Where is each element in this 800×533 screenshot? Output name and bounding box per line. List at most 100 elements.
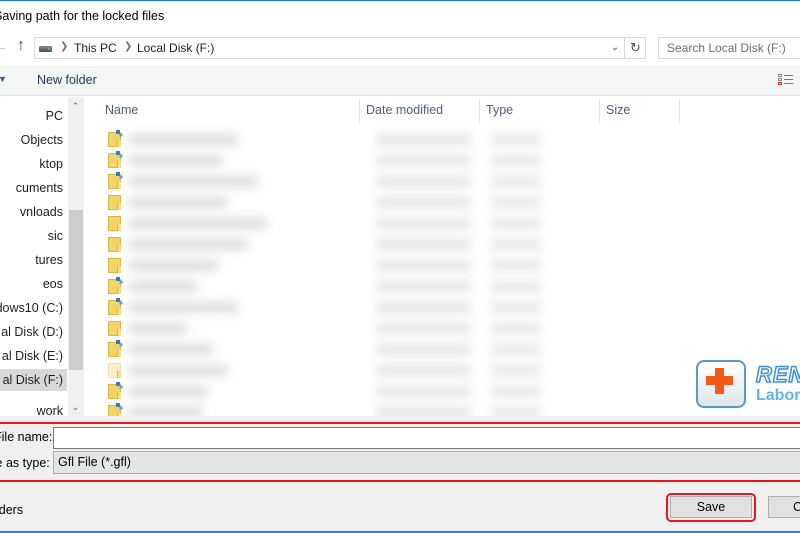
file-name-redacted (128, 407, 203, 416)
file-row[interactable] (86, 129, 586, 150)
sidebar-item-music[interactable]: sic (0, 225, 67, 247)
file-name-redacted (128, 134, 238, 145)
hide-folders-toggle[interactable]: lders (0, 503, 23, 517)
date-modified-redacted (376, 155, 471, 166)
sidebar-item-network[interactable]: work (0, 400, 67, 416)
file-name-redacted (128, 176, 258, 187)
view-line (784, 83, 793, 84)
file-row[interactable] (86, 276, 586, 297)
date-modified-redacted (376, 176, 471, 187)
file-row[interactable] (86, 213, 586, 234)
file-row[interactable] (86, 150, 586, 171)
date-modified-redacted (376, 323, 471, 334)
folder-icon (108, 195, 121, 210)
shortcut-overlay-icon (116, 403, 120, 407)
file-name-redacted (128, 197, 228, 208)
folder-hidden-icon (108, 363, 121, 378)
date-modified-redacted (376, 134, 471, 145)
breadcrumb-this-pc[interactable]: This PC (74, 41, 117, 55)
file-name-redacted (128, 281, 198, 292)
sidebar-item-3d-objects[interactable]: Objects (0, 129, 67, 151)
chevron-down-icon[interactable]: ⌄ (605, 38, 625, 58)
folder-icon (108, 237, 121, 252)
sidebar-item-label: tures (35, 253, 63, 267)
type-redacted (491, 407, 541, 416)
sidebar-item-desktop[interactable]: ktop (0, 153, 67, 175)
file-row[interactable] (86, 171, 586, 192)
file-name-redacted (128, 323, 188, 334)
sidebar-item-windows10-c[interactable]: ndows10 (C:) (0, 297, 67, 319)
back-arrow-icon[interactable]: ← (0, 38, 8, 56)
date-modified-redacted (376, 302, 471, 313)
type-redacted (491, 323, 541, 334)
shortcut-overlay-icon (116, 298, 120, 302)
sidebar-item-documents[interactable]: cuments (0, 177, 67, 199)
file-name-redacted (128, 239, 248, 250)
file-row[interactable] (86, 255, 586, 276)
file-list: ⌃ Name Date modified Type Size (86, 97, 800, 416)
scrollbar-thumb[interactable] (69, 210, 83, 370)
refresh-icon[interactable]: ↻ (624, 38, 646, 58)
folder-icon (108, 258, 121, 273)
cross-horizontal (706, 376, 733, 385)
file-row[interactable] (86, 339, 586, 360)
scroll-down-icon[interactable]: ⌄ (68, 399, 83, 415)
column-header-type[interactable]: Type (480, 97, 600, 123)
date-modified-redacted (376, 281, 471, 292)
sidebar-item-label: cuments (15, 181, 63, 195)
file-name-redacted (128, 302, 238, 313)
sidebar-item-this-pc[interactable]: PC (0, 105, 67, 127)
date-modified-redacted (376, 365, 471, 376)
type-redacted (491, 218, 541, 229)
file-row[interactable] (86, 360, 586, 381)
file-row[interactable] (86, 381, 586, 402)
file-name-redacted (128, 155, 223, 166)
file-row[interactable] (86, 234, 586, 255)
sidebar-item-pictures[interactable]: tures (0, 249, 67, 271)
shortcut-overlay-icon (116, 172, 120, 176)
shortcut-overlay-icon (116, 340, 120, 344)
folder-shortcut-icon (108, 342, 121, 357)
breadcrumb-local-disk-f[interactable]: Local Disk (F:) (137, 41, 214, 55)
type-redacted (491, 344, 541, 355)
column-divider[interactable] (679, 99, 680, 123)
cancel-button[interactable]: Cancel (768, 496, 800, 518)
file-row[interactable] (86, 402, 586, 416)
type-redacted (491, 176, 541, 187)
chevron-right-icon[interactable]: ❯ (124, 41, 132, 52)
sidebar-item-label: work (36, 404, 63, 416)
file-name-redacted (128, 260, 218, 271)
search-input[interactable] (659, 38, 800, 58)
up-arrow-icon[interactable]: ↑ (12, 37, 30, 57)
save-form: File name: Save as type: Gfl File (*.gfl… (0, 416, 800, 533)
new-folder-button[interactable]: New folder (37, 73, 97, 87)
column-header-size[interactable]: Size (600, 97, 680, 123)
shortcut-overlay-icon (116, 382, 120, 386)
chevron-right-icon[interactable]: ❯ (60, 41, 68, 52)
column-header-date-modified[interactable]: Date modified (360, 97, 480, 123)
sidebar-scrollbar[interactable]: ⌃ ⌄ (68, 97, 83, 416)
sidebar-item-local-disk-f[interactable]: al Disk (F:) (0, 369, 67, 391)
sidebar-item-downloads[interactable]: vnloads (0, 201, 67, 223)
file-row[interactable] (86, 318, 586, 339)
date-modified-redacted (376, 407, 471, 416)
sidebar-item-videos[interactable]: eos (0, 273, 67, 295)
view-bullet (778, 74, 782, 77)
file-row[interactable] (86, 192, 586, 213)
column-header-name[interactable]: Name (99, 97, 359, 123)
type-redacted (491, 365, 541, 376)
search-box[interactable] (658, 37, 800, 59)
caret-down-icon[interactable]: ▼ (0, 74, 7, 84)
sidebar-item-local-disk-e[interactable]: al Disk (E:) (0, 345, 67, 367)
scroll-up-icon[interactable]: ⌃ (68, 98, 83, 114)
shortcut-overlay-icon (116, 151, 120, 155)
folder-shortcut-icon (108, 153, 121, 168)
address-bar[interactable]: ❯ This PC ❯ Local Disk (F:) ⌄ ↻ (34, 37, 646, 59)
highlight-box-fields (0, 422, 800, 482)
sidebar-item-local-disk-d[interactable]: al Disk (D:) (0, 321, 67, 343)
view-bullet (778, 78, 782, 81)
view-details-icon[interactable] (778, 74, 794, 87)
drive-icon (39, 46, 52, 52)
file-row[interactable] (86, 297, 586, 318)
sidebar-item-label: sic (47, 229, 63, 243)
